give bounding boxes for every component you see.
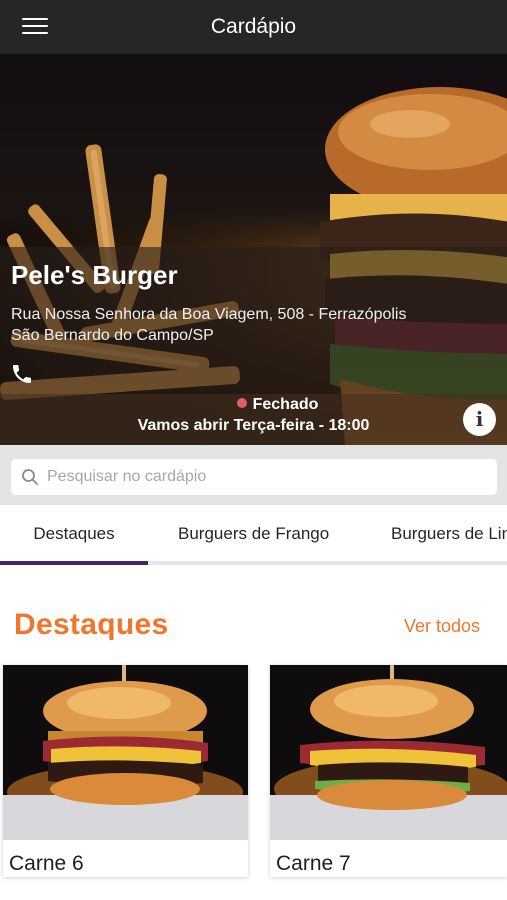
active-tab-indicator [0, 561, 148, 565]
search-icon [22, 469, 38, 485]
store-hero-banner: Pele's Burger Rua Nossa Senhora da Boa V… [0, 54, 507, 445]
search-box [11, 459, 497, 495]
product-image [3, 665, 248, 840]
store-opening-info: Vamos abrir Terça-feira - 18:00 [137, 417, 370, 434]
phone-icon[interactable] [10, 362, 34, 386]
tab-burguers-de-frango[interactable]: Burguers de Frango [178, 505, 329, 565]
store-name: Pele's Burger [11, 260, 178, 290]
product-image [270, 665, 507, 840]
store-address-line1: Rua Nossa Senhora da Boa Viagem, 508 - F… [11, 306, 407, 323]
product-card[interactable]: Carne 7 [270, 665, 507, 877]
tab-destaques[interactable]: Destaques [0, 505, 148, 565]
page-title: Cardápio [210, 15, 297, 38]
category-tabs: Destaques Burguers de Frango Burguers de… [0, 505, 507, 565]
store-status: Fechado [0, 396, 507, 414]
see-all-link[interactable]: Ver todos [404, 616, 480, 637]
tab-burguers-de-linha[interactable]: Burguers de Lin [391, 505, 507, 565]
search-input[interactable] [47, 459, 487, 495]
product-name: Carne 7 [276, 852, 351, 875]
product-name: Carne 6 [9, 852, 84, 875]
store-address-line2: São Bernardo do Campo/SP [11, 327, 214, 344]
section-title: Destaques [14, 608, 169, 641]
top-app-bar: Cardápio [0, 0, 507, 54]
info-icon[interactable]: i [463, 403, 496, 436]
search-bar-container [0, 445, 507, 505]
product-card[interactable]: Carne 6 [3, 665, 248, 877]
status-dot-icon [236, 398, 247, 408]
store-status-label: Fechado [252, 396, 319, 413]
